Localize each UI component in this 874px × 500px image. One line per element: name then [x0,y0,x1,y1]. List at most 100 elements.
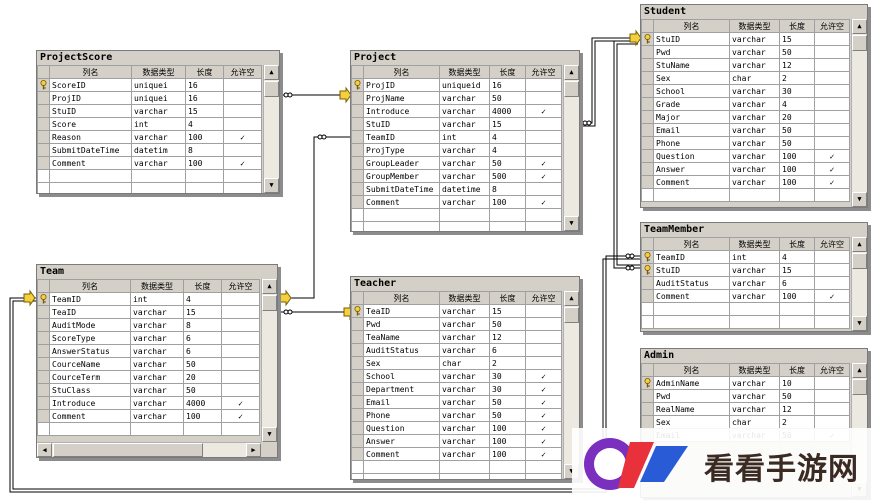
allow-null-cell[interactable] [814,71,850,85]
row-selector[interactable] [351,143,364,157]
scroll-up-arrow-icon[interactable]: ▲ [262,279,277,294]
row-selector[interactable] [641,302,654,316]
column-row[interactable]: Answer varchar 100 ✓ [351,434,562,448]
length-cell[interactable]: 4 [185,117,224,131]
data-type-cell[interactable]: varchar [439,169,490,183]
data-type-cell[interactable]: varchar [130,396,184,410]
scroll-thumb[interactable] [53,443,203,457]
empty-row[interactable] [641,302,850,316]
table-title[interactable]: TeamMember [641,223,867,237]
allow-null-cell[interactable]: ✓ [525,421,562,435]
row-selector[interactable] [351,317,364,331]
length-cell[interactable]: 50 [779,136,815,150]
data-type-cell[interactable]: varchar [439,330,490,344]
row-selector[interactable] [641,149,654,163]
column-row[interactable]: Phone varchar 50 [641,136,850,150]
column-row[interactable]: Phone varchar 50 ✓ [351,408,562,422]
column-row[interactable]: StuID varchar 15 [351,117,562,131]
column-name-cell[interactable]: Pwd [653,45,730,59]
row-selector[interactable] [37,169,50,183]
allow-null-cell[interactable] [525,143,562,157]
length-cell[interactable]: 4000 [489,104,526,118]
empty-cell[interactable] [653,302,730,316]
column-name-cell[interactable]: StuClass [49,383,131,397]
column-row[interactable]: RealName varchar 12 [641,402,850,416]
data-type-cell[interactable]: varchar [729,32,780,46]
column-row[interactable]: ScoreType varchar 6 [37,331,260,345]
length-cell[interactable]: 100 [185,156,224,170]
empty-cell[interactable] [185,182,224,193]
length-cell[interactable]: 6 [183,344,222,358]
column-row[interactable]: Score int 4 [37,117,262,131]
column-row[interactable]: StuName varchar 12 [641,58,850,72]
table-teammember[interactable]: TeamMember 列名 数据类型 长度 允许空 TeamID int 4 StuID varc… [640,222,868,332]
allow-null-cell[interactable] [814,389,850,403]
column-name-cell[interactable]: Question [653,149,730,163]
row-selector[interactable] [641,45,654,59]
column-name-cell[interactable]: Comment [363,447,440,461]
allow-null-cell[interactable] [221,344,260,358]
column-row[interactable]: TeamID int 4 [351,130,562,144]
data-type-cell[interactable]: varchar [130,305,184,319]
column-name-cell[interactable]: Answer [363,434,440,448]
data-type-cell[interactable]: varchar [131,130,186,144]
column-name-cell[interactable]: Comment [49,409,131,423]
data-type-cell[interactable]: varchar [131,156,186,170]
length-cell[interactable]: 16 [185,78,224,92]
data-type-cell[interactable]: varchar [439,382,490,396]
allow-null-cell[interactable]: ✓ [221,409,260,423]
column-name-cell[interactable]: Comment [653,175,730,189]
allow-null-cell[interactable] [814,123,850,137]
row-selector[interactable] [37,117,50,131]
length-cell[interactable]: 100 [779,175,815,189]
data-type-cell[interactable]: varchar [439,421,490,435]
row-selector[interactable] [351,182,364,196]
row-selector[interactable] [351,156,364,170]
data-type-cell[interactable]: varchar [439,304,490,318]
scroll-up-arrow-icon[interactable]: ▲ [564,291,579,306]
horizontal-scrollbar[interactable]: ◀ ▶ [37,442,261,457]
table-projectscore[interactable]: ProjectScore 列名 数据类型 长度 允许空 ScoreID uniquei 16 P… [36,50,280,194]
length-cell[interactable]: 50 [489,395,526,409]
empty-row[interactable] [37,182,262,193]
empty-cell[interactable] [525,221,562,231]
empty-row[interactable] [351,473,562,479]
length-cell[interactable]: 4 [779,97,815,111]
column-name-cell[interactable]: AdminName [653,376,730,390]
allow-null-cell[interactable]: ✓ [525,395,562,409]
data-type-cell[interactable]: char [439,356,490,370]
table-title[interactable]: ProjectScore [37,51,279,65]
column-row[interactable]: Sex char 2 [641,415,850,429]
length-cell[interactable]: 4 [489,130,526,144]
empty-cell[interactable] [363,221,440,231]
length-cell[interactable]: 2 [489,356,526,370]
scroll-down-arrow-icon[interactable]: ▼ [564,216,579,231]
column-name-cell[interactable]: Phone [363,408,440,422]
allow-null-cell[interactable]: ✓ [525,382,562,396]
allow-null-cell[interactable] [814,110,850,124]
column-row[interactable]: Question varchar 100 ✓ [641,149,850,163]
column-name-cell[interactable]: GroupMember [363,169,440,183]
length-cell[interactable]: 50 [779,45,815,59]
row-selector[interactable] [351,330,364,344]
empty-cell[interactable] [363,460,440,474]
row-selector[interactable] [641,276,654,290]
data-type-cell[interactable]: varchar [439,369,490,383]
empty-cell[interactable] [131,169,186,183]
column-name-cell[interactable]: Pwd [653,389,730,403]
empty-row[interactable] [351,221,562,231]
data-type-cell[interactable]: varchar [729,289,780,303]
column-name-cell[interactable]: Phone [653,136,730,150]
column-name-cell[interactable]: Sex [653,71,730,85]
column-name-cell[interactable]: TeamID [363,130,440,144]
row-selector[interactable] [641,289,654,303]
empty-cell[interactable] [223,182,262,193]
row-selector[interactable] [641,136,654,150]
empty-cell[interactable] [729,315,780,329]
row-selector[interactable] [37,409,50,423]
length-cell[interactable]: 50 [489,317,526,331]
empty-row[interactable] [37,169,262,183]
row-selector[interactable] [37,331,50,345]
allow-null-cell[interactable]: ✓ [223,156,262,170]
column-row[interactable]: Sex char 2 [351,356,562,370]
